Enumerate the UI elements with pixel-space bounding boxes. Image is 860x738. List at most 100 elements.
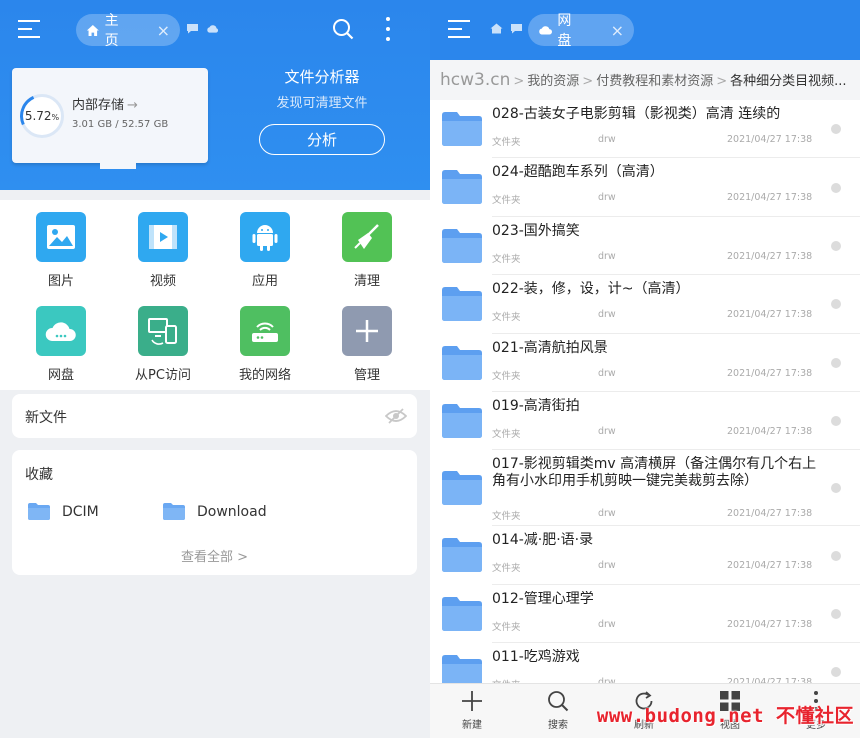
file-date: 2021/04/27 17:38: [727, 618, 813, 630]
file-type: 文件夹: [492, 370, 521, 382]
breadcrumb-separator: >: [513, 74, 525, 89]
category-videos[interactable]: 视频: [128, 212, 198, 289]
folder-icon: [163, 503, 185, 520]
menu-icon[interactable]: [448, 20, 470, 38]
select-radio[interactable]: [831, 240, 841, 251]
home-pane: 主页 × 5.72% 内部存储 → 3.01 GB / 52.57 GB 文件分析…: [0, 0, 430, 738]
file-name: 012-管理心理学: [492, 590, 594, 607]
plus-icon: [462, 691, 482, 711]
select-radio[interactable]: [831, 182, 841, 193]
arrow-right-icon: →: [127, 98, 138, 113]
file-row[interactable]: 017-影视剪辑类mv 高清横屏（备注偶尔有几个右上角有小水印用手机剪映一键完美…: [430, 450, 860, 527]
file-owner: drw: [598, 134, 616, 145]
toolbar-label: 新建: [462, 720, 482, 731]
favorite-dcim[interactable]: DCIM: [28, 503, 99, 520]
home-small-icon[interactable]: [490, 23, 503, 34]
internal-storage-card[interactable]: 5.72% 内部存储 → 3.01 GB / 52.57 GB: [12, 68, 208, 169]
search-icon[interactable]: [332, 18, 354, 40]
file-type: 文件夹: [492, 621, 521, 633]
file-date: 2021/04/27 17:38: [727, 367, 813, 379]
select-radio[interactable]: [831, 299, 841, 310]
category-cloud-drive[interactable]: 网盘: [26, 306, 96, 383]
file-row[interactable]: 014-减·肥·语·录 文件夹 drw 2021/04/27 17:38: [430, 526, 860, 585]
select-radio[interactable]: [831, 124, 841, 135]
select-radio[interactable]: [831, 357, 841, 368]
file-date: 2021/04/27 17:38: [727, 560, 813, 572]
storage-title: 内部存储 →: [72, 98, 138, 113]
new-files-card[interactable]: 新文件: [12, 394, 417, 438]
favorites-card: 收藏 DCIM Download 查看全部 >: [12, 450, 417, 575]
tab-home[interactable]: 主页 ×: [76, 13, 180, 49]
file-date: 2021/04/27 17:38: [727, 134, 813, 145]
category-my-network[interactable]: 我的网络: [230, 306, 300, 383]
favorite-label: DCIM: [62, 503, 99, 520]
folder-icon: [442, 538, 482, 573]
new-button[interactable]: 新建: [447, 690, 497, 731]
breadcrumb-item[interactable]: hcw3.cn: [440, 70, 510, 90]
category-label: 清理: [353, 274, 380, 289]
breadcrumb-current[interactable]: 各种细分类目视频...: [730, 74, 846, 89]
cloud-small-icon[interactable]: [206, 23, 219, 34]
storage-usage-ring: 5.72%: [13, 87, 71, 145]
folder-icon: [442, 170, 482, 205]
select-radio[interactable]: [831, 608, 841, 619]
folder-icon: [442, 404, 482, 438]
file-row[interactable]: 022-装，修，设，计~（高清） 文件夹 drw 2021/04/27 17:38: [430, 275, 860, 334]
folder-icon: [442, 596, 482, 631]
plus-icon: [342, 306, 392, 356]
tab-cloud-drive[interactable]: 网盘 ×: [528, 13, 634, 49]
select-radio[interactable]: [831, 416, 841, 427]
site-watermark: www.budong.net 不懂社区: [596, 705, 854, 727]
android-icon: [240, 212, 290, 262]
file-row[interactable]: 024-超酷跑车系列（高清） 文件夹 drw 2021/04/27 17:38: [430, 158, 860, 217]
category-apps[interactable]: 应用: [230, 212, 300, 289]
cloud-top-bar: 网盘 ×: [430, 0, 860, 60]
chat-icon[interactable]: [186, 23, 199, 34]
view-all-link[interactable]: 查看全部 >: [12, 546, 417, 565]
select-radio[interactable]: [831, 550, 841, 561]
home-top-bar: 主页 ×: [0, 0, 430, 60]
favorite-download[interactable]: Download: [163, 503, 267, 520]
file-type: 文件夹: [492, 312, 521, 324]
analyze-button[interactable]: 分析: [259, 124, 385, 155]
select-radio[interactable]: [831, 667, 841, 678]
favorite-label: Download: [197, 503, 267, 520]
search-button[interactable]: 搜索: [533, 690, 583, 731]
file-owner: drw: [598, 618, 616, 630]
select-radio[interactable]: [831, 483, 841, 494]
favorites-title: 收藏: [25, 467, 53, 483]
category-label: 视频: [149, 274, 176, 289]
file-name: 028-古装女子电影剪辑（影视类）高清 连续的: [492, 106, 781, 122]
hidden-eye-icon[interactable]: [385, 408, 407, 424]
close-tab-icon[interactable]: ×: [611, 21, 624, 40]
router-icon: [240, 306, 290, 356]
file-row[interactable]: 021-高清航拍风景 文件夹 drw 2021/04/27 17:38: [430, 334, 860, 392]
breadcrumb-item[interactable]: 我的资源: [527, 74, 579, 89]
file-analyzer-title: 文件分析器: [284, 68, 360, 86]
file-row[interactable]: 028-古装女子电影剪辑（影视类）高清 连续的 文件夹 drw 2021/04/27 …: [430, 100, 860, 159]
file-row[interactable]: 012-管理心理学文件夹 drw 2021/04/27 17:38: [430, 585, 860, 644]
breadcrumb-item[interactable]: 付费教程和素材资源: [596, 74, 713, 89]
more-options-icon[interactable]: [385, 17, 391, 41]
folder-icon: [442, 345, 482, 380]
category-images[interactable]: 图片: [26, 212, 96, 289]
category-manage[interactable]: 管理: [332, 306, 402, 383]
menu-icon[interactable]: [18, 20, 40, 38]
category-clean[interactable]: 清理: [332, 212, 402, 289]
file-name: 022-装，修，设，计~（高清）: [492, 281, 690, 298]
close-tab-icon[interactable]: ×: [157, 21, 170, 40]
category-label: 管理: [353, 368, 380, 383]
file-type: 文件夹: [492, 563, 521, 575]
file-row[interactable]: 023-国外搞笑 文件夹 drw 2021/04/27 17:38: [430, 217, 860, 276]
folder-icon: [28, 503, 50, 520]
category-pc-access[interactable]: 从PC访问: [128, 306, 198, 383]
chat-icon[interactable]: [510, 23, 523, 34]
breadcrumb-separator: >: [716, 74, 728, 89]
pc-phone-icon: [138, 306, 188, 356]
folder-icon: [442, 471, 482, 506]
file-row[interactable]: 019-高清街拍 文件夹 drw 2021/04/27 17:38: [430, 392, 860, 451]
file-date: 2021/04/27 17:38: [727, 309, 813, 321]
file-name: 019-高清街拍: [492, 398, 580, 414]
cloud-icon: [539, 26, 552, 35]
storage-percent: 5.72%: [24, 109, 60, 123]
